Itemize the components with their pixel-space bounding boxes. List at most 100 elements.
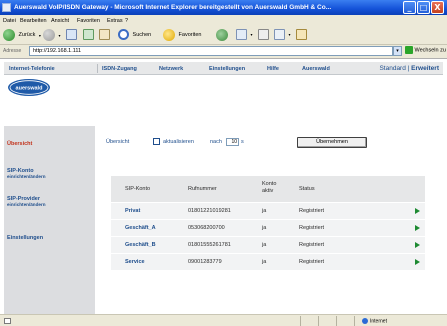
home-button[interactable]: [99, 29, 110, 42]
status-cell: Registriert: [299, 208, 325, 214]
table-row: Geschäft_B 01801555261781 ja Registriert: [111, 236, 425, 253]
edit-button[interactable]: ▾: [274, 29, 291, 42]
nav-netzwerk[interactable]: Netzwerk: [159, 66, 183, 72]
logo-text: auerswald: [16, 86, 43, 92]
sip-account-link[interactable]: Service: [125, 259, 145, 265]
view-extended-link[interactable]: Erweitert: [411, 65, 439, 72]
zone-label: Internet: [370, 318, 387, 325]
menu-tools[interactable]: Extras: [107, 18, 123, 24]
view-standard-link[interactable]: Standard: [379, 65, 405, 72]
sidebar-item-sip-provider[interactable]: SIP-Provider einrichten/ändern: [7, 196, 46, 207]
ie-app-icon: [2, 3, 11, 12]
logo-band: auerswald: [4, 76, 443, 100]
menu-help[interactable]: ?: [125, 18, 128, 24]
header-sip-account: SIP-Konto: [125, 186, 151, 192]
favorites-label: Favoriten: [178, 32, 202, 38]
table-header: SIP-Konto Rufnummer Konto aktiv Status: [111, 176, 425, 202]
toolbar: Zurück ▾ ▾ Suchen Favoriten ▾ ▾: [0, 26, 447, 45]
apply-button[interactable]: Übernehmen: [297, 137, 367, 148]
menu-bar: Datei Bearbeiten Ansicht Favoriten Extra…: [0, 15, 447, 26]
auto-refresh-label: aktualisieren: [163, 139, 194, 145]
number-cell: 01801555261781: [188, 242, 231, 248]
number-cell: 09001283779: [188, 259, 222, 265]
search-button[interactable]: Suchen: [118, 29, 151, 42]
menu-favorites[interactable]: Favoriten: [77, 18, 100, 24]
sip-account-link[interactable]: Privat: [125, 208, 140, 214]
nav-einstellungen[interactable]: Einstellungen: [209, 66, 245, 72]
refresh-interval-input[interactable]: 10: [226, 138, 239, 146]
number-cell: 053068200700: [188, 225, 225, 231]
status-cell: Registriert: [299, 259, 325, 265]
play-arrow-icon[interactable]: [415, 225, 420, 231]
stop-icon: [66, 29, 77, 40]
stop-button[interactable]: [66, 29, 77, 42]
address-bar: Adresse http://192.168.1.111 ▾ Wechseln …: [0, 45, 447, 57]
auto-refresh-checkbox[interactable]: [153, 138, 160, 145]
maximize-button[interactable]: □: [417, 1, 430, 14]
nav-auerswald[interactable]: Auerswald: [302, 66, 330, 72]
status-divider: [318, 316, 319, 326]
minimize-button[interactable]: _: [403, 1, 416, 14]
table-row: Privat 01801221019281 ja Registriert: [111, 202, 425, 219]
sidebar-item-sip-konto[interactable]: SIP-Konto einrichten/ändern: [7, 168, 46, 179]
main-content: Übersicht aktualisieren nach 10 s Überne…: [95, 126, 443, 314]
interval-unit: s: [241, 139, 244, 145]
edit-icon: [274, 29, 285, 40]
auerswald-logo: auerswald: [8, 79, 50, 96]
print-button[interactable]: [258, 29, 269, 42]
security-zone: Internet: [362, 318, 387, 324]
play-arrow-icon[interactable]: [415, 259, 420, 265]
go-arrow-icon: [405, 46, 413, 54]
history-icon: [216, 29, 228, 41]
status-cell: Registriert: [299, 225, 325, 231]
print-icon: [258, 29, 269, 40]
menu-file[interactable]: Datei: [3, 18, 16, 24]
back-label: Zurück: [18, 32, 36, 38]
view-separator: |: [407, 65, 410, 72]
favorites-button[interactable]: Favoriten: [163, 29, 201, 42]
status-divider: [336, 316, 337, 326]
status-divider: [300, 316, 301, 326]
top-navigation: Internet-Telefonie ISDN-Zugang Netzwerk …: [4, 62, 443, 75]
refresh-button[interactable]: [83, 29, 94, 42]
sip-account-link[interactable]: Geschäft_B: [125, 242, 156, 248]
header-number: Rufnummer: [188, 186, 217, 192]
window-title: Auerswald VoIP/ISDN Gateway - Microsoft …: [14, 4, 332, 11]
sip-account-link[interactable]: Geschäft_A: [125, 225, 156, 231]
forward-button[interactable]: ▾: [43, 29, 61, 42]
sidebar-item-uebersicht[interactable]: Übersicht: [7, 141, 32, 147]
number-cell: 01801221019281: [188, 208, 231, 214]
status-bar: Internet: [0, 314, 447, 326]
globe-icon: [362, 318, 368, 324]
back-button[interactable]: Zurück ▾: [3, 29, 41, 42]
search-icon: [118, 29, 129, 40]
mail-icon: [236, 29, 247, 40]
nav-isdn-zugang[interactable]: ISDN-Zugang: [102, 66, 137, 72]
refresh-icon: [83, 29, 94, 40]
active-cell: ja: [262, 242, 267, 248]
history-button[interactable]: [216, 29, 228, 42]
address-input[interactable]: http://192.168.1.111: [29, 46, 393, 56]
play-arrow-icon[interactable]: [415, 208, 420, 214]
active-cell: ja: [262, 208, 267, 214]
sidebar-item-einstellungen[interactable]: Einstellungen: [7, 235, 43, 241]
home-icon: [99, 29, 110, 40]
address-dropdown-button[interactable]: ▾: [393, 46, 402, 56]
menu-view[interactable]: Ansicht: [51, 18, 69, 24]
play-arrow-icon[interactable]: [415, 242, 420, 248]
interval-after-label: nach: [210, 139, 222, 145]
nav-hilfe[interactable]: Hilfe: [267, 66, 279, 72]
mail-button[interactable]: ▾: [236, 29, 253, 42]
back-arrow-icon: [3, 29, 15, 41]
status-divider: [354, 316, 355, 326]
close-button[interactable]: X: [431, 1, 444, 14]
address-label: Adresse: [3, 48, 22, 54]
header-account-active: Konto aktiv: [262, 181, 277, 194]
title-bar: Auerswald VoIP/ISDN Gateway - Microsoft …: [0, 0, 447, 15]
go-button[interactable]: Wechseln zu: [405, 46, 446, 56]
nav-internet-telefonie[interactable]: Internet-Telefonie: [9, 66, 55, 72]
nav-separator: [97, 64, 98, 73]
menu-edit[interactable]: Bearbeiten: [20, 18, 47, 24]
discuss-button[interactable]: [296, 29, 307, 42]
sidebar-item-sublabel: einrichten/ändern: [7, 202, 46, 207]
